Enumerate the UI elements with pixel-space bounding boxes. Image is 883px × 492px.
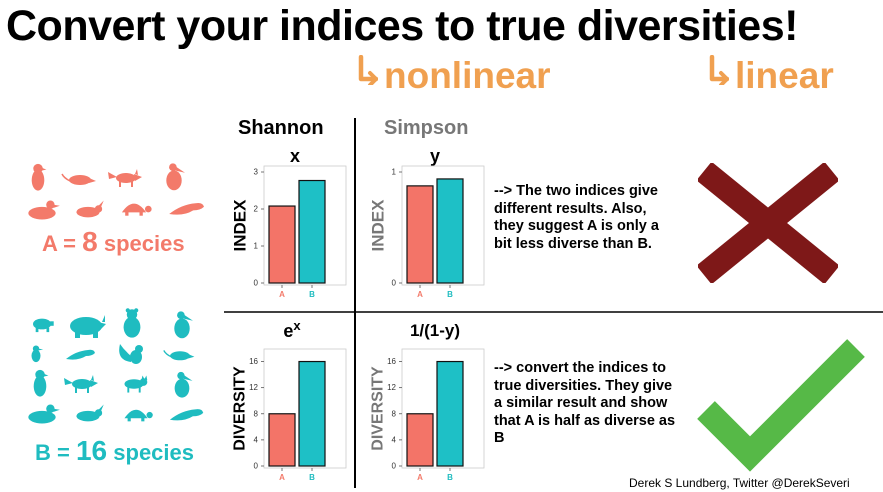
y-axis-label: DIVERSITY xyxy=(232,366,249,451)
seal-icon xyxy=(169,409,204,421)
simpson-diversity-chart: DIVERSITY 0 4 8 12 16 A B xyxy=(370,348,485,482)
duck-icon xyxy=(28,404,60,424)
checkmark-icon xyxy=(697,339,865,472)
cross-icon xyxy=(698,163,838,283)
y-tick-label: 0 xyxy=(254,462,259,471)
y-tick-label: 0 xyxy=(392,462,397,471)
bar-a xyxy=(268,413,296,467)
rabbit-icon xyxy=(76,200,104,218)
y-tick-label: 1 xyxy=(254,242,259,251)
cat-icon xyxy=(124,375,148,393)
y-tick-label: 16 xyxy=(249,357,258,366)
y-tick-label: 16 xyxy=(387,357,396,366)
bar-b xyxy=(436,178,464,284)
x-tick-label: A xyxy=(417,473,423,482)
bar-a xyxy=(406,413,434,467)
bar-b xyxy=(298,360,326,467)
group-a-species-label: A = 8 species xyxy=(42,226,185,257)
shannon-column-header: Shannon xyxy=(238,117,324,139)
y-tick-label: 4 xyxy=(392,435,397,444)
simpson-diversity-formula: 1/(1-y) xyxy=(409,321,461,340)
group-b-animal-icons xyxy=(28,308,204,424)
x-tick-label: A xyxy=(417,290,423,299)
group-a-animal-icons xyxy=(28,163,204,220)
simpson-column-header: Simpson xyxy=(384,117,469,139)
duck-icon xyxy=(28,200,60,220)
penguin-icon xyxy=(33,369,49,397)
group-b-species-label: B = 16 species xyxy=(35,435,194,466)
y-tick-label: 3 xyxy=(254,168,259,177)
pelican-icon xyxy=(174,311,193,339)
fox-icon xyxy=(108,169,142,187)
shannon-diversity-chart: DIVERSITY 0 4 8 12 16 A B xyxy=(232,348,347,482)
y-tick-label: 12 xyxy=(249,383,258,392)
rat-icon xyxy=(163,350,195,361)
y-tick-label: 0 xyxy=(392,279,397,288)
x-tick-label: B xyxy=(447,473,453,482)
bar-a xyxy=(406,185,434,284)
x-tick-label: B xyxy=(447,290,453,299)
x-tick-label: A xyxy=(279,473,285,482)
penguin-icon xyxy=(31,163,47,191)
shannon-index-chart: INDEX 0 1 2 3 A B xyxy=(231,165,347,299)
rabbit-icon xyxy=(76,404,104,422)
seal-icon xyxy=(66,349,95,360)
y-axis-label: INDEX xyxy=(231,199,250,252)
bar-a xyxy=(268,205,296,284)
turtle-icon xyxy=(121,203,152,216)
pelican-icon xyxy=(166,163,185,191)
seal-icon xyxy=(169,202,204,215)
y-tick-label: 8 xyxy=(392,409,397,418)
x-tick-label: B xyxy=(309,473,315,482)
y-axis-label: DIVERSITY xyxy=(370,366,387,451)
bottom-explanation-note: --> convert the indices to true diversit… xyxy=(494,360,676,446)
bar-b xyxy=(298,179,326,284)
credit-text: Derek S Lundberg, Twitter @DerekSeveri xyxy=(629,476,850,490)
y-tick-label: 0 xyxy=(254,279,259,288)
bar-b xyxy=(436,360,464,467)
y-tick-label: 12 xyxy=(387,383,396,392)
y-tick-label: 4 xyxy=(254,435,259,444)
shannon-diversity-formula: ex xyxy=(283,318,301,341)
rhino-icon xyxy=(70,315,106,338)
pelican-icon xyxy=(174,371,193,398)
y-tick-label: 1 xyxy=(392,168,397,177)
turtle-icon xyxy=(124,409,153,422)
top-explanation-note: --> The two indices give different resul… xyxy=(494,183,659,252)
x-tick-label: A xyxy=(279,290,285,299)
squirrel-icon xyxy=(119,344,143,364)
pig-icon xyxy=(33,318,54,333)
rat-icon xyxy=(61,173,96,185)
x-tick-label: B xyxy=(309,290,315,299)
y-axis-label: INDEX xyxy=(369,199,388,252)
bird-icon xyxy=(31,345,44,363)
fox-icon xyxy=(64,375,98,393)
bear-icon xyxy=(123,308,141,338)
y-tick-label: 2 xyxy=(254,205,259,214)
simpson-index-chart: INDEX 0 1 A B xyxy=(369,165,485,299)
y-tick-label: 8 xyxy=(254,409,259,418)
